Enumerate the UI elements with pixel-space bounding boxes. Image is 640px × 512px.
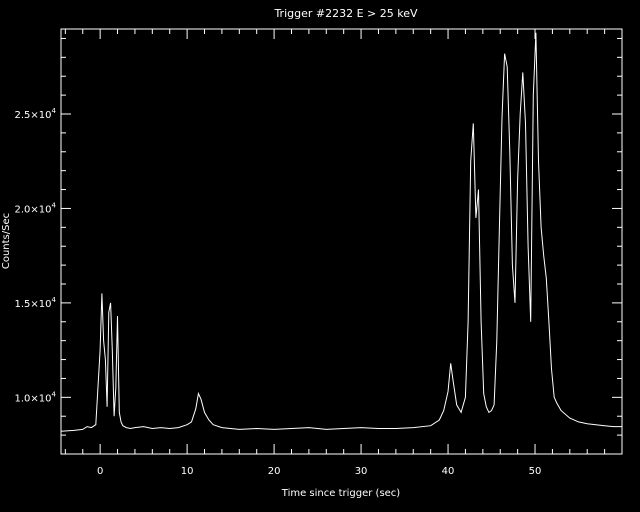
x-tick-label: 10 — [181, 466, 194, 477]
y-axis-label: Counts/Sec — [1, 213, 12, 269]
x-tick-label: 40 — [442, 466, 455, 477]
x-axis-label: Time since trigger (sec) — [281, 488, 401, 499]
y-tick-label: 1.5×104 — [15, 296, 57, 310]
x-tick-label: 50 — [529, 466, 542, 477]
y-tick-label: 2.5×104 — [15, 107, 57, 121]
x-tick-label: 0 — [97, 466, 103, 477]
light-curve-chart: Trigger #2232 E > 25 keV 0 10 20 30 40 50 1.0… — [0, 0, 640, 512]
x-tick-label: 20 — [268, 466, 281, 477]
x-tick-label: 30 — [355, 466, 368, 477]
chart-title: Trigger #2232 E > 25 keV — [273, 7, 418, 20]
y-tick-label: 2.0×104 — [15, 201, 57, 215]
y-tick-label: 1.0×104 — [15, 390, 57, 404]
